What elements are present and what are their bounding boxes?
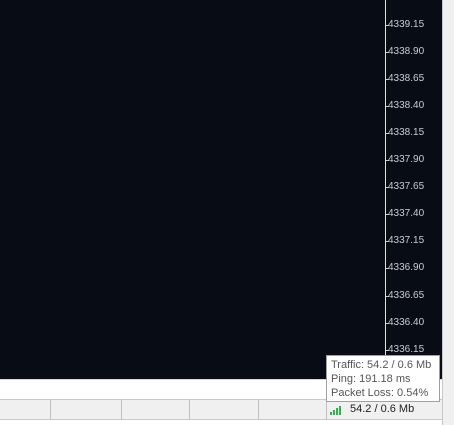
window-right-edge	[442, 0, 454, 425]
status-separator	[258, 400, 259, 419]
connection-status[interactable]: 54.2 / 0.6 Mb	[330, 402, 414, 416]
price-label: 4337.40	[388, 208, 425, 219]
tooltip-traffic: Traffic: 54.2 / 0.6 Mb	[331, 359, 432, 371]
price-label: 4338.65	[388, 73, 425, 84]
price-label: 4337.15	[388, 235, 425, 246]
signal-bars-icon	[330, 404, 344, 415]
price-label: 4336.65	[388, 290, 425, 301]
status-separator	[121, 400, 122, 419]
price-label: 4336.90	[388, 262, 425, 273]
price-label: 4337.65	[388, 181, 425, 192]
price-label: 4338.90	[388, 46, 425, 57]
price-label: 4337.90	[388, 154, 425, 165]
status-separator	[326, 400, 327, 419]
price-label: 4338.40	[388, 100, 425, 111]
status-separator	[189, 400, 190, 419]
status-separator	[50, 400, 51, 419]
connection-tooltip: Traffic: 54.2 / 0.6 Mb Ping: 191.18 ms P…	[326, 355, 440, 402]
price-label: 4338.15	[388, 127, 425, 138]
price-label: 4336.40	[388, 317, 425, 328]
tooltip-ping: Ping: 191.18 ms	[331, 373, 411, 385]
tooltip-packet-loss: Packet Loss: 0.54%	[331, 387, 429, 399]
traffic-value: 54.2 / 0.6 Mb	[350, 403, 415, 415]
price-label: 4339.15	[388, 19, 425, 30]
chart-area[interactable]	[0, 0, 385, 380]
